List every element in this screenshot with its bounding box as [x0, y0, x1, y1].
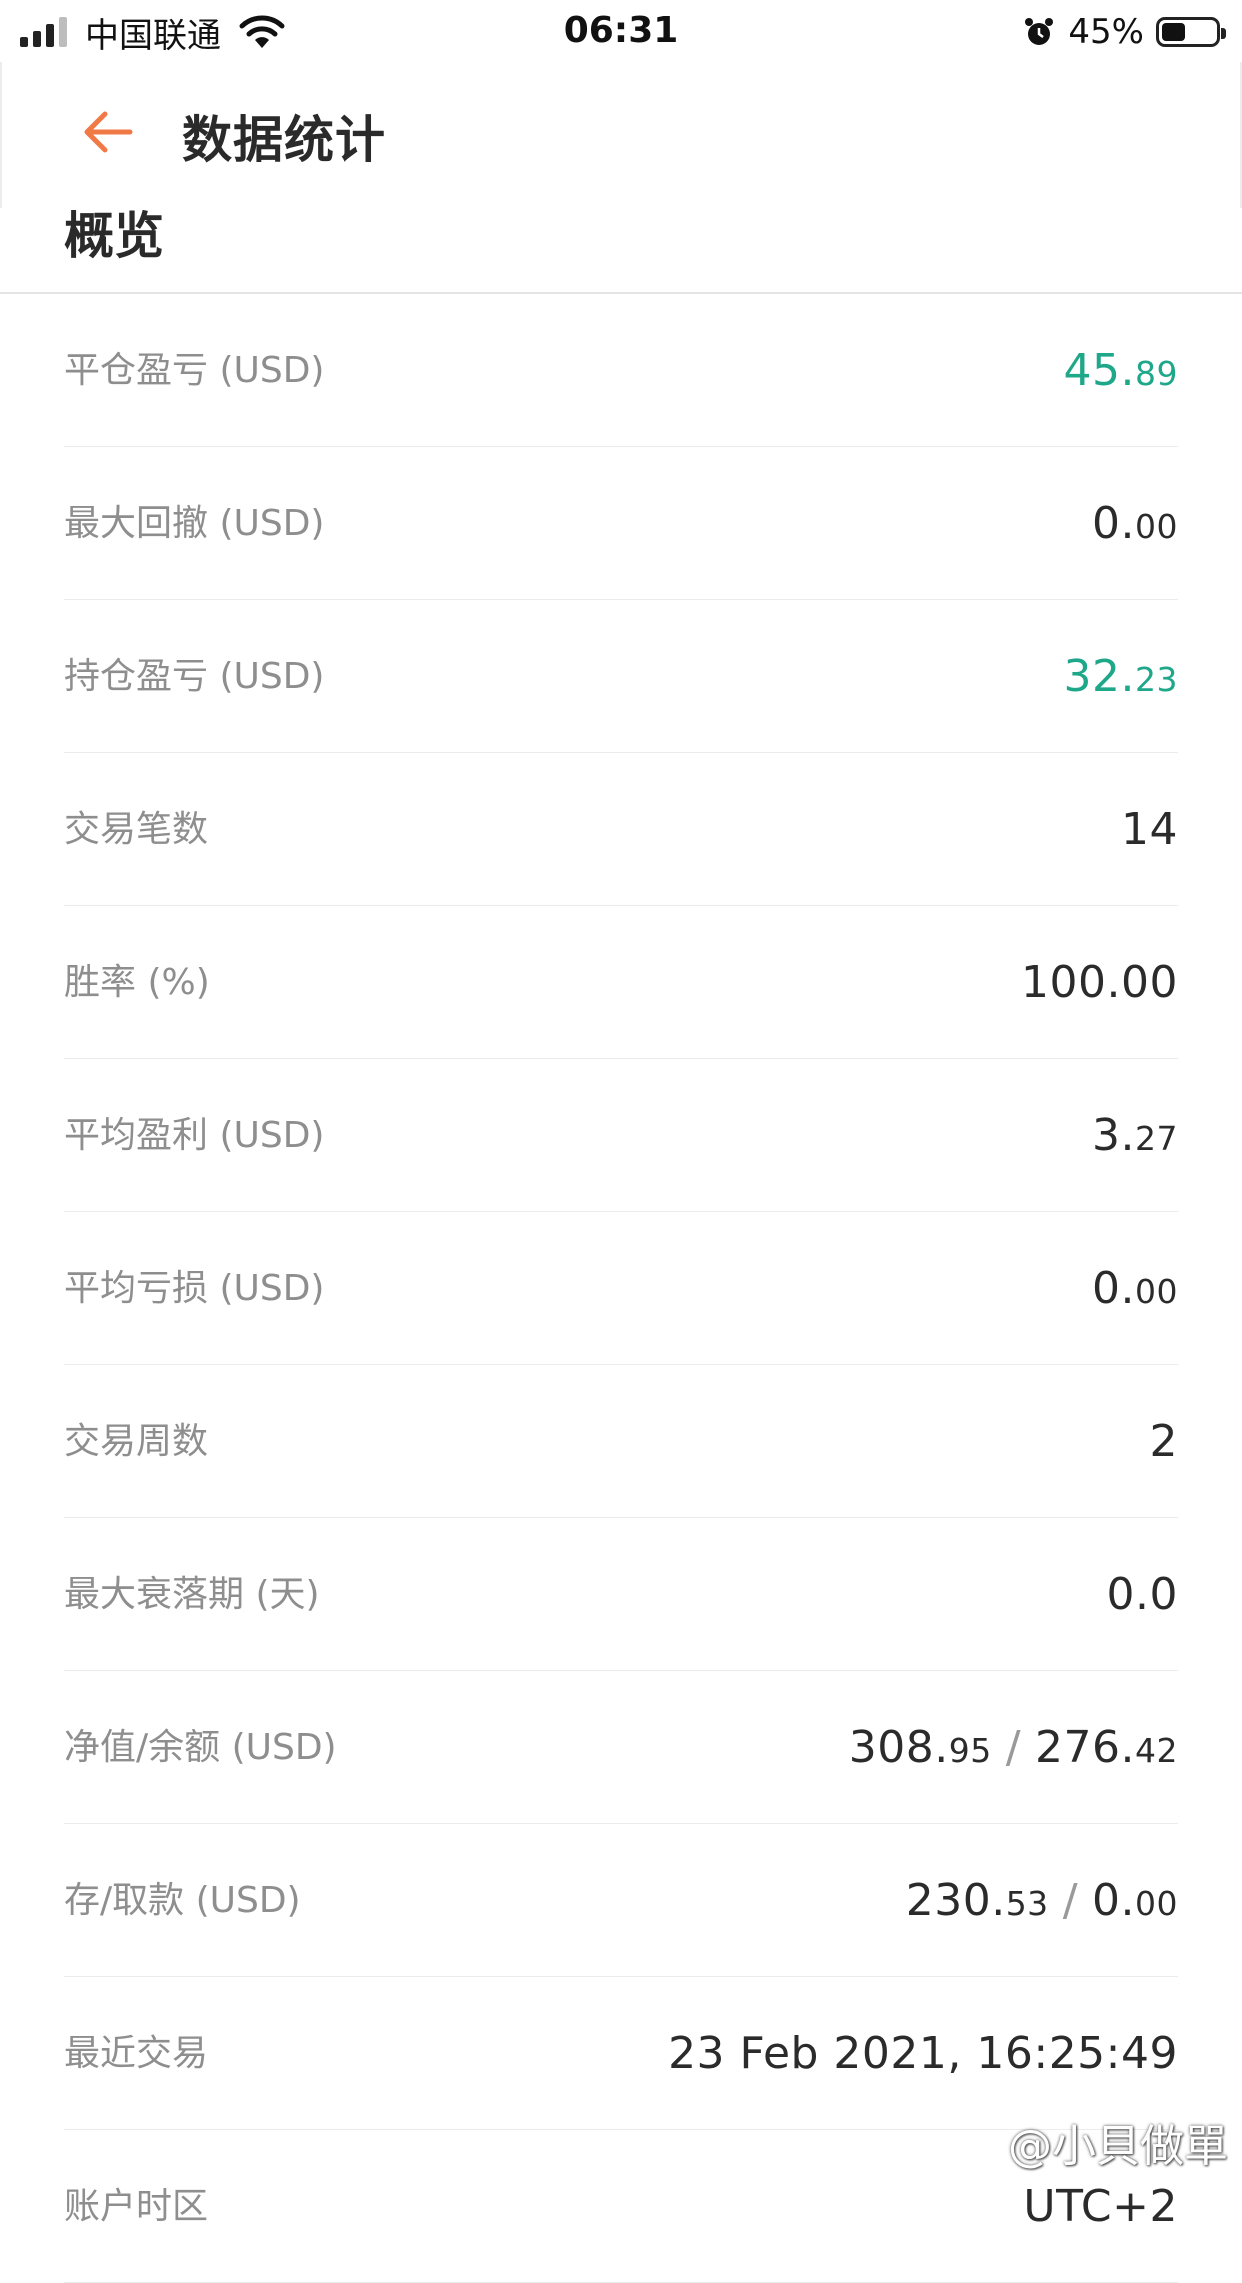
stat-value-decimal-2: 42	[1135, 1731, 1178, 1770]
stat-value-main: 23 Feb 2021, 16:25:49	[668, 2028, 1178, 2079]
stat-label: 存/取款 (USD)	[64, 1880, 301, 1921]
stat-label: 账户时区	[64, 2186, 209, 2227]
stat-value-main: 32.	[1063, 651, 1135, 702]
page-title: 数据统计	[182, 111, 386, 169]
stat-row: 平仓盈亏 (USD) 45.89	[64, 294, 1178, 447]
stat-value: 23 Feb 2021, 16:25:49	[668, 1977, 1178, 2130]
stat-value-main: 0.	[1092, 1263, 1135, 1314]
stat-value-main: 100.00	[1021, 957, 1178, 1008]
stat-label: 平均盈利 (USD)	[64, 1115, 325, 1156]
watermark: @小貝做單	[1008, 2121, 1228, 2172]
stat-value-separator: /	[1005, 1722, 1022, 1773]
stat-label: 净值/余额 (USD)	[64, 1727, 337, 1768]
stat-value: 32.23	[1064, 600, 1178, 753]
stat-value: 230.53 / 0.00	[906, 1824, 1178, 1977]
stat-value: 100.00	[1021, 906, 1178, 1059]
section-header: 概览	[0, 208, 1242, 294]
stat-label: 交易笔数	[64, 809, 209, 850]
stat-label: 最大回撤 (USD)	[64, 503, 325, 544]
stat-row: 最大衰落期 (天) 0.0	[64, 1518, 1178, 1671]
nav-bar: 数据统计	[0, 62, 1242, 210]
stat-row: 最大回撤 (USD) 0.00	[64, 447, 1178, 600]
stat-label: 平均亏损 (USD)	[64, 1268, 325, 1309]
stat-value-main: 230.	[905, 1875, 1006, 1926]
stat-value: 14	[1121, 753, 1178, 906]
stat-value-separator: /	[1062, 1875, 1079, 1926]
stat-label: 最大衰落期 (天)	[64, 1574, 320, 1615]
stat-value: 45.89	[1064, 294, 1178, 447]
stat-value-main: 14	[1121, 804, 1178, 855]
stat-value-decimal: 95	[948, 1731, 992, 1770]
stat-value-main: 2	[1149, 1416, 1178, 1467]
stat-value: 0.00	[1092, 447, 1178, 600]
battery-percent: 45%	[1068, 12, 1144, 52]
status-bar: 中国联通 06:31 45%	[0, 0, 1242, 62]
battery-icon	[1156, 17, 1226, 47]
stat-row: 持仓盈亏 (USD) 32.23	[64, 600, 1178, 753]
stats-list: 平仓盈亏 (USD) 45.89 最大回撤 (USD) 0.00 持仓盈亏 (USD) 3…	[0, 294, 1242, 2283]
stat-value-decimal: 89	[1135, 354, 1178, 393]
stat-value-decimal-2: 00	[1135, 1884, 1178, 1923]
stat-row: 平均盈利 (USD) 3.27	[64, 1059, 1178, 1212]
stat-value-decimal: 53	[1005, 1884, 1049, 1923]
status-right: 45%	[1022, 10, 1226, 54]
stat-value-decimal: 00	[1135, 1272, 1178, 1311]
stat-row: 净值/余额 (USD) 308.95 / 276.42	[64, 1671, 1178, 1824]
stat-value-main: 308.	[848, 1722, 949, 1773]
stat-row: 交易笔数 14	[64, 753, 1178, 906]
stat-row: 胜率 (%) 100.00	[64, 906, 1178, 1059]
alarm-icon	[1025, 18, 1054, 45]
stat-value: 0.0	[1107, 1518, 1178, 1671]
stat-value: 2	[1150, 1365, 1179, 1518]
stat-value-main-2: 0.	[1092, 1875, 1135, 1926]
stat-value-main: 45.	[1063, 345, 1135, 396]
stat-value-main-2: 276.	[1035, 1722, 1135, 1773]
battery-fill	[1162, 23, 1185, 41]
stat-value-decimal: 00	[1135, 507, 1178, 546]
stat-value-decimal: 23	[1135, 660, 1178, 699]
stat-value-main: 0.0	[1106, 1569, 1178, 1620]
stat-row: 交易周数 2	[64, 1365, 1178, 1518]
stat-row: 存/取款 (USD) 230.53 / 0.00	[64, 1824, 1178, 1977]
stat-row: 最近交易 23 Feb 2021, 16:25:49	[64, 1977, 1178, 2130]
stat-label: 持仓盈亏 (USD)	[64, 656, 325, 697]
back-arrow-icon[interactable]	[78, 102, 138, 162]
stat-label: 最近交易	[64, 2033, 209, 2074]
stat-value-decimal: 27	[1135, 1119, 1178, 1158]
stat-value: 308.95 / 276.42	[849, 1671, 1178, 1824]
stat-label: 平仓盈亏 (USD)	[64, 350, 325, 391]
stat-value: 3.27	[1092, 1059, 1178, 1212]
stat-row: 平均亏损 (USD) 0.00	[64, 1212, 1178, 1365]
stat-value-main: 0.	[1092, 498, 1135, 549]
stat-value-main: 3.	[1092, 1110, 1135, 1161]
stat-value: 0.00	[1092, 1212, 1178, 1365]
stat-value-main: UTC+2	[1023, 2181, 1178, 2232]
stat-label: 交易周数	[64, 1421, 209, 1462]
stat-label: 胜率 (%)	[64, 962, 210, 1003]
section-title: 概览	[64, 208, 164, 265]
